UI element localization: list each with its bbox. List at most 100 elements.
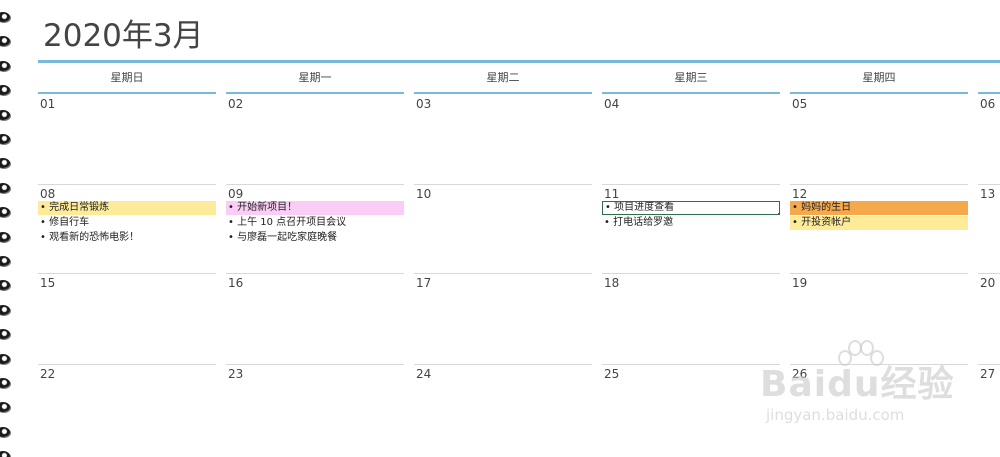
day-number: 16 [228, 276, 244, 290]
header-underline [226, 92, 404, 94]
binding-ring [0, 329, 10, 340]
day-cell[interactable]: 25 [602, 364, 780, 453]
day-cell[interactable]: 01 [38, 95, 216, 184]
weekday-header: 星期二 [414, 70, 592, 94]
weekday-label: 星期四 [862, 71, 896, 84]
day-number: 11 [604, 187, 620, 201]
event-item[interactable]: 打电话给罗邀 [602, 216, 780, 230]
day-number: 27 [980, 367, 996, 381]
binding-ring [0, 158, 10, 169]
page-title: 2020年3月 [43, 18, 204, 54]
day-cell[interactable]: 27 [978, 364, 1000, 453]
day-number: 10 [416, 187, 432, 201]
day-cell[interactable]: 10 [414, 184, 592, 273]
weekday-label: 星期一 [298, 71, 332, 84]
day-cell[interactable]: 24 [414, 364, 592, 453]
watermark-logo: Baidu经验 [760, 364, 955, 405]
day-cell[interactable]: 17 [414, 273, 592, 362]
watermark: Baidu经验 jingyan.baidu.com [760, 340, 960, 440]
weekday-header: 星期三 [602, 70, 780, 94]
event-item[interactable]: 项目进度查看 [602, 201, 780, 215]
day-cell[interactable]: 04 [602, 95, 780, 184]
calendar-page: 2020年3月 星期日 星期一 星期二 星期三 星期四 01 02 03 04 05 06 08完成… [0, 0, 1000, 457]
event-item[interactable]: 与廖磊一起吃家庭晚餐 [226, 231, 404, 245]
day-number: 22 [40, 367, 56, 381]
event-list: 完成日常锻炼修自行车观看新的恐怖电影！ [38, 201, 216, 246]
day-cell[interactable]: 18 [602, 273, 780, 362]
day-cell[interactable]: 13 [978, 184, 1000, 273]
binding-ring [0, 36, 10, 47]
weekday-label: 星期二 [486, 71, 520, 84]
event-item[interactable]: 开投资帐户 [790, 216, 968, 230]
binding-ring [0, 378, 10, 388]
day-cell[interactable]: 12妈妈的生日开投资帐户 [790, 184, 968, 273]
binding-ring [0, 60, 10, 71]
day-cell[interactable]: 16 [226, 273, 404, 362]
binding-ring [0, 109, 10, 120]
event-item[interactable]: 观看新的恐怖电影！ [38, 231, 216, 245]
day-cell[interactable]: 02 [226, 95, 404, 184]
binding-ring [0, 182, 10, 193]
day-number: 24 [416, 367, 432, 381]
binding-ring [0, 207, 10, 218]
day-number: 20 [980, 276, 996, 290]
day-number: 06 [980, 97, 996, 111]
event-list: 妈妈的生日开投资帐户 [790, 201, 968, 231]
day-cell[interactable]: 03 [414, 95, 592, 184]
event-item[interactable]: 开始新项目！ [226, 201, 404, 215]
event-item[interactable]: 上午 10 点召开项目会议 [226, 216, 404, 230]
weekday-header-partial [978, 70, 1000, 94]
day-number: 01 [40, 97, 56, 111]
spiral-binding [0, 0, 20, 457]
weekday-label: 星期三 [674, 71, 708, 84]
weekday-header: 星期四 [790, 70, 968, 94]
binding-ring [0, 134, 10, 144]
event-item[interactable]: 妈妈的生日 [790, 201, 968, 215]
day-number: 15 [40, 276, 56, 290]
day-cell[interactable]: 05 [790, 95, 968, 184]
event-item[interactable]: 修自行车 [38, 216, 216, 230]
day-number: 17 [416, 276, 432, 290]
binding-ring [0, 353, 10, 364]
day-cell[interactable]: 06 [978, 95, 1000, 184]
binding-ring [0, 231, 10, 242]
binding-ring [0, 280, 10, 291]
day-number: 09 [228, 187, 244, 201]
day-cell[interactable]: 22 [38, 364, 216, 453]
binding-ring [0, 85, 10, 96]
day-number: 23 [228, 367, 244, 381]
header-underline [602, 92, 780, 94]
header-underline [790, 92, 968, 94]
binding-ring [0, 426, 10, 437]
day-cell[interactable]: 15 [38, 273, 216, 362]
binding-ring [0, 256, 10, 266]
day-cell[interactable]: 11项目进度查看打电话给罗邀 [602, 184, 780, 273]
day-number: 25 [604, 367, 620, 381]
day-cell[interactable]: 08完成日常锻炼修自行车观看新的恐怖电影！ [38, 184, 216, 273]
event-item[interactable]: 完成日常锻炼 [38, 201, 216, 215]
header-underline [38, 92, 216, 94]
day-number: 05 [792, 97, 808, 111]
day-number: 08 [40, 187, 56, 201]
day-number: 18 [604, 276, 620, 290]
header-underline [414, 92, 592, 94]
watermark-url: jingyan.baidu.com [766, 406, 905, 424]
day-number: 19 [792, 276, 808, 290]
day-number: 13 [980, 187, 996, 201]
weekday-label: 星期日 [110, 71, 144, 84]
title-divider [38, 60, 1000, 63]
day-number: 04 [604, 97, 620, 111]
binding-ring [0, 451, 10, 457]
day-cell[interactable]: 09开始新项目！上午 10 点召开项目会议与廖磊一起吃家庭晚餐 [226, 184, 404, 273]
day-cell[interactable]: 20 [978, 273, 1000, 362]
event-list: 项目进度查看打电话给罗邀 [602, 201, 780, 231]
weekday-header: 星期一 [226, 70, 404, 94]
day-number: 03 [416, 97, 432, 111]
event-list: 开始新项目！上午 10 点召开项目会议与廖磊一起吃家庭晚餐 [226, 201, 404, 246]
weekday-header: 星期日 [38, 70, 216, 94]
day-cell[interactable]: 23 [226, 364, 404, 453]
day-number: 02 [228, 97, 244, 111]
day-number: 12 [792, 187, 808, 201]
header-underline [978, 92, 1000, 94]
binding-ring [0, 12, 10, 22]
